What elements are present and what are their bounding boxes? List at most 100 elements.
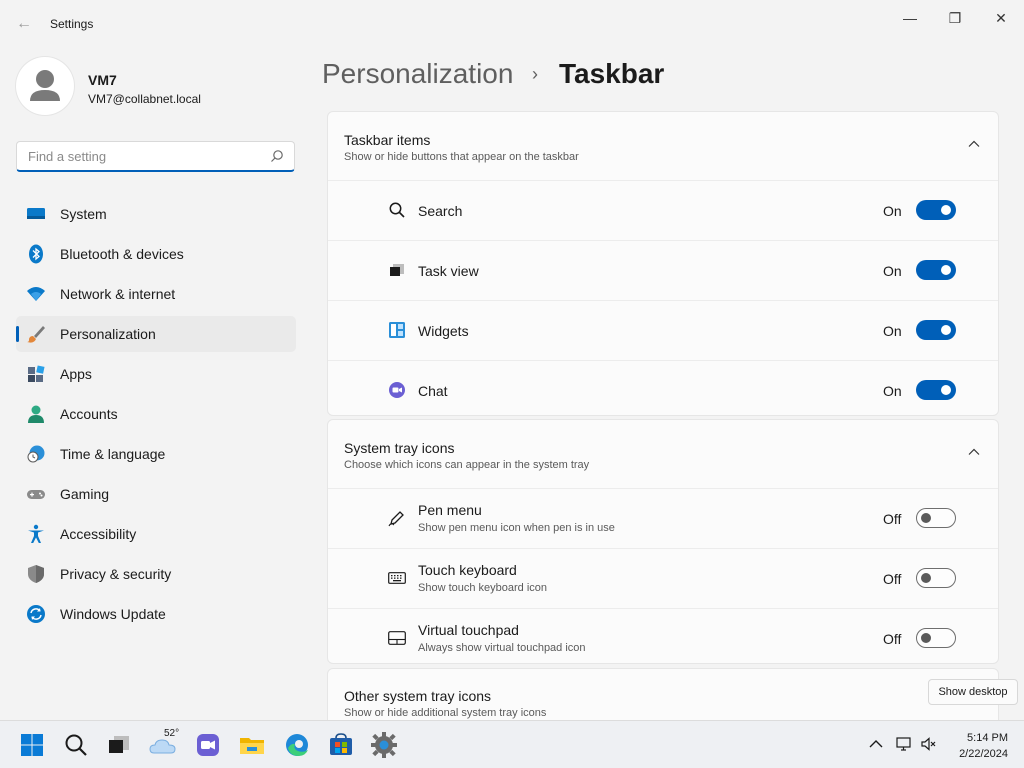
section-subtitle: Choose which icons can appear in the sys…: [344, 459, 590, 471]
sidebar-nav: System Bluetooth & devices Network & int…: [16, 196, 296, 636]
sidebar-item-accounts[interactable]: Accounts: [16, 396, 296, 432]
search-icon: [271, 150, 283, 162]
sidebar-item-label: Apps: [60, 366, 92, 382]
speaker-muted-icon[interactable]: [921, 736, 937, 752]
setting-description: Always show virtual touchpad icon: [418, 642, 586, 654]
toggle-state-text: On: [883, 263, 902, 279]
sidebar-item-label: Windows Update: [60, 606, 166, 622]
search-input[interactable]: [26, 148, 265, 165]
page-title: Taskbar: [559, 58, 665, 89]
sidebar-item-label: Network & internet: [60, 286, 176, 302]
search-box[interactable]: [16, 141, 295, 172]
section-title: System tray icons: [344, 440, 455, 456]
task-view-toggle[interactable]: [916, 260, 956, 280]
sidebar-item-label: System: [60, 206, 107, 222]
back-arrow-icon[interactable]: ←: [14, 14, 34, 34]
breadcrumb-separator: ›: [532, 64, 538, 84]
setting-description: Show touch keyboard icon: [418, 582, 548, 594]
chat-icon: [389, 382, 405, 398]
sidebar-item-windows-update[interactable]: Windows Update: [16, 596, 296, 632]
chat-toggle[interactable]: [916, 380, 956, 400]
setting-row-touch-keyboard: Touch keyboard Show touch keyboard icon …: [328, 549, 998, 609]
setting-row-task-view: Task view On: [328, 241, 998, 301]
clock-globe-icon: [27, 445, 45, 463]
pen-icon: [388, 511, 404, 527]
chat-icon[interactable]: [192, 729, 224, 761]
shield-icon: [28, 565, 44, 583]
gamepad-icon: [27, 490, 45, 499]
section-subtitle: Show or hide additional system tray icon…: [344, 707, 547, 719]
sidebar-item-network[interactable]: Network & internet: [16, 276, 296, 312]
taskbar-items-card: Taskbar items Show or hide buttons that …: [327, 111, 999, 416]
app-title: Settings: [50, 17, 94, 31]
show-desktop-tooltip: Show desktop: [928, 679, 1018, 705]
sidebar-item-label: Accounts: [60, 406, 118, 422]
setting-label: Pen menu: [418, 502, 482, 518]
search-icon[interactable]: [60, 729, 92, 761]
start-icon[interactable]: [16, 729, 48, 761]
toggle-state-text: Off: [883, 631, 902, 647]
sidebar-item-label: Bluetooth & devices: [60, 246, 184, 262]
sidebar-item-time-language[interactable]: Time & language: [16, 436, 296, 472]
setting-label: Touch keyboard: [418, 562, 517, 578]
taskbar-items-header[interactable]: Taskbar items Show or hide buttons that …: [328, 112, 998, 181]
setting-row-widgets: Widgets On: [328, 301, 998, 361]
task-view-icon[interactable]: [103, 729, 135, 761]
taskbar: 52° 5:14 PM 2/22/2024: [0, 720, 1024, 768]
search-toggle[interactable]: [916, 200, 956, 220]
weather-temp: 52°: [164, 728, 180, 739]
sidebar-item-label: Accessibility: [60, 526, 137, 542]
bluetooth-icon: [29, 244, 43, 264]
system-clock[interactable]: 5:14 PM 2/22/2024: [950, 730, 1008, 762]
touch-keyboard-toggle[interactable]: [916, 568, 956, 588]
task-view-icon: [390, 264, 404, 276]
sidebar-item-accessibility[interactable]: Accessibility: [16, 516, 296, 552]
sidebar-item-privacy-security[interactable]: Privacy & security: [16, 556, 296, 592]
setting-row-pen-menu: Pen menu Show pen menu icon when pen is …: [328, 489, 998, 549]
sidebar-item-label: Privacy & security: [60, 566, 172, 582]
search-icon: [389, 202, 405, 218]
file-explorer-icon[interactable]: [236, 729, 268, 761]
setting-label: Virtual touchpad: [418, 622, 519, 638]
settings-gear-icon[interactable]: [368, 729, 400, 761]
sidebar-item-system[interactable]: System: [16, 196, 296, 232]
chevron-up-icon[interactable]: [868, 736, 884, 752]
breadcrumb-parent[interactable]: Personalization: [322, 58, 513, 90]
section-subtitle: Show or hide buttons that appear on the …: [344, 151, 579, 163]
system-tray-card: System tray icons Choose which icons can…: [327, 419, 999, 664]
sidebar-item-personalization[interactable]: Personalization: [16, 316, 296, 352]
chevron-up-icon[interactable]: [968, 138, 980, 150]
toggle-state-text: Off: [883, 571, 902, 587]
avatar[interactable]: [16, 57, 74, 115]
user-icon: [30, 70, 60, 101]
sidebar-item-gaming[interactable]: Gaming: [16, 476, 296, 512]
sidebar-item-label: Gaming: [60, 486, 110, 502]
toggle-state-text: On: [883, 203, 902, 219]
maximize-button[interactable]: ❐: [932, 6, 978, 30]
toggle-state-text: On: [883, 323, 902, 339]
virtual-touchpad-toggle[interactable]: [916, 628, 956, 648]
sidebar-item-bluetooth[interactable]: Bluetooth & devices: [16, 236, 296, 272]
toggle-state-text: Off: [883, 511, 902, 527]
clock-time: 5:14 PM: [967, 732, 1008, 744]
setting-label: Widgets: [418, 323, 469, 339]
section-title: Other system tray icons: [344, 688, 492, 704]
network-monitor-icon[interactable]: [896, 736, 912, 752]
clock-date: 2/22/2024: [959, 748, 1008, 760]
user-name: VM7: [88, 72, 117, 88]
edge-icon[interactable]: [281, 729, 313, 761]
toggle-state-text: On: [883, 383, 902, 399]
keyboard-icon: [388, 572, 406, 584]
minimize-button[interactable]: —: [887, 6, 933, 30]
widgets-toggle[interactable]: [916, 320, 956, 340]
store-icon[interactable]: [325, 729, 357, 761]
chevron-up-icon[interactable]: [968, 446, 980, 458]
sidebar-item-apps[interactable]: Apps: [16, 356, 296, 392]
pen-menu-toggle[interactable]: [916, 508, 956, 528]
setting-row-search: Search On: [328, 181, 998, 241]
other-tray-card[interactable]: Other system tray icons Show or hide add…: [327, 668, 999, 728]
system-tray-header[interactable]: System tray icons Choose which icons can…: [328, 420, 998, 489]
close-button[interactable]: ✕: [978, 6, 1024, 30]
setting-row-chat: Chat On: [328, 361, 998, 420]
touchpad-icon: [388, 631, 406, 645]
